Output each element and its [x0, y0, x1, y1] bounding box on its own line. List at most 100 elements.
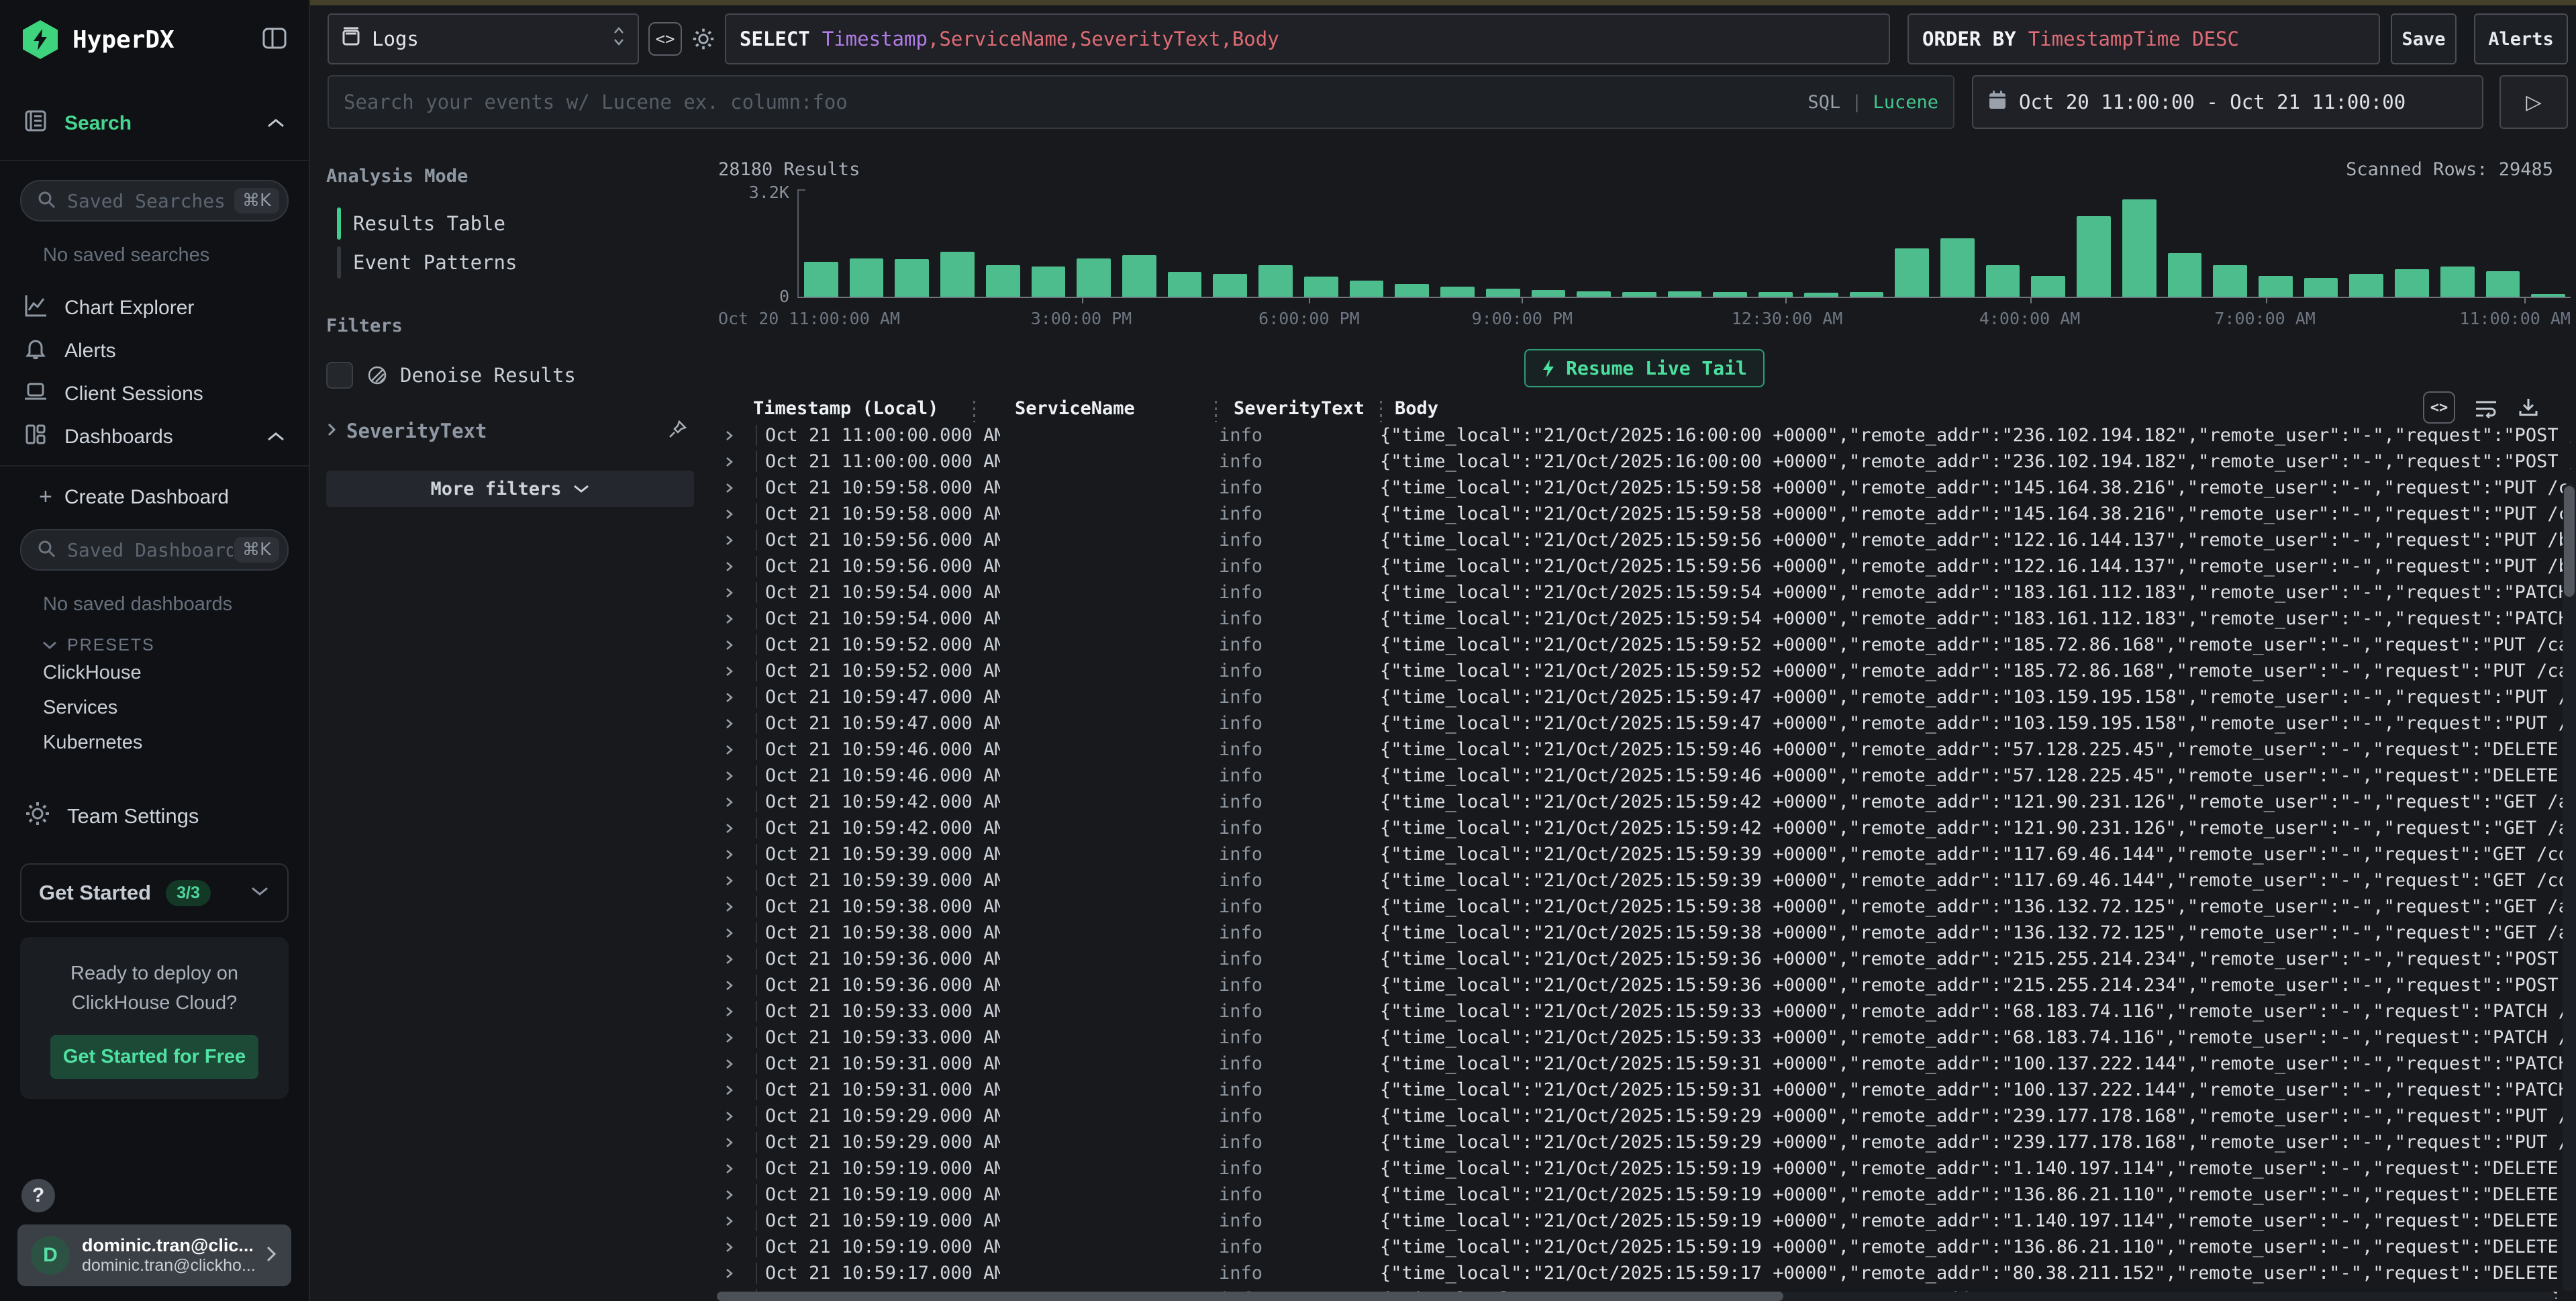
histogram-bar[interactable] [1077, 258, 1111, 297]
table-row[interactable]: Oct 21 10:59:31.000 AMinfo{"time_local":… [718, 1051, 2571, 1077]
histogram-bar[interactable] [1895, 248, 1929, 297]
sidebar-item-search[interactable]: Search [0, 102, 309, 145]
save-button[interactable]: Save [2391, 13, 2457, 64]
row-expand-icon[interactable] [718, 1005, 756, 1018]
histogram-bar[interactable] [1713, 292, 1747, 297]
create-dashboard-button[interactable]: + Create Dashboard [0, 484, 309, 510]
table-row[interactable]: Oct 21 10:59:19.000 AMinfo{"time_local":… [718, 1208, 2571, 1234]
histogram-bar[interactable] [895, 259, 929, 297]
table-row[interactable]: Oct 21 10:59:17.000 AMinfo{"time_local":… [718, 1260, 2571, 1286]
table-row[interactable]: Oct 21 10:59:47.000 AMinfo{"time_local":… [718, 710, 2571, 736]
histogram-bar[interactable] [1032, 267, 1066, 297]
row-expand-icon[interactable] [718, 1188, 756, 1202]
row-expand-icon[interactable] [718, 1057, 756, 1071]
saved-searches-search[interactable]: ⌘K [20, 180, 289, 222]
table-row[interactable]: Oct 21 11:00:00.000 AMinfo{"time_local":… [718, 448, 2571, 475]
horizontal-scrollbar-thumb[interactable] [717, 1292, 1783, 1301]
histogram-bar[interactable] [2259, 276, 2293, 297]
histogram-bar[interactable] [1213, 274, 1247, 297]
row-expand-icon[interactable] [718, 717, 756, 730]
sql-toggle[interactable]: SQL [1807, 92, 1840, 113]
table-row[interactable]: Oct 21 10:59:29.000 AMinfo{"time_local":… [718, 1103, 2571, 1129]
row-expand-icon[interactable] [718, 481, 756, 495]
column-header-servicename[interactable]: ServiceName [988, 398, 1230, 419]
table-row[interactable]: Oct 21 10:59:47.000 AMinfo{"time_local":… [718, 684, 2571, 710]
histogram-bar[interactable] [986, 265, 1020, 297]
horizontal-scrollbar[interactable] [717, 1292, 2556, 1301]
denoise-checkbox[interactable] [326, 362, 353, 389]
histogram-bar[interactable] [1940, 238, 1975, 297]
row-expand-icon[interactable] [718, 1031, 756, 1045]
mode-event-patterns[interactable]: Event Patterns [326, 243, 694, 282]
select-clause-input[interactable]: SELECT Timestamp,ServiceName,SeverityTex… [725, 13, 1890, 64]
table-row[interactable]: Oct 21 10:59:36.000 AMinfo{"time_local":… [718, 946, 2571, 972]
more-filters-button[interactable]: More filters [326, 471, 694, 507]
table-row[interactable]: Oct 21 10:59:58.000 AMinfo{"time_local":… [718, 475, 2571, 501]
sidebar-item-dashboards[interactable]: Dashboards [0, 416, 309, 459]
table-row[interactable]: Oct 21 10:59:56.000 AMinfo{"time_local":… [718, 553, 2571, 579]
event-search[interactable]: SQL | Lucene [328, 75, 1954, 129]
table-row[interactable]: Oct 21 10:59:58.000 AMinfo{"time_local":… [718, 501, 2571, 527]
resume-live-tail-button[interactable]: Resume Live Tail [1524, 349, 1765, 387]
table-row[interactable]: Oct 21 10:59:29.000 AMinfo{"time_local":… [718, 1129, 2571, 1155]
histogram-bar[interactable] [1622, 292, 1656, 297]
presets-toggle[interactable]: PRESETS [0, 636, 309, 655]
row-expand-icon[interactable] [718, 534, 756, 547]
row-expand-icon[interactable] [718, 848, 756, 861]
table-row[interactable]: Oct 21 10:59:42.000 AMinfo{"time_local":… [718, 789, 2571, 815]
denoise-results-toggle[interactable]: Denoise Results [326, 362, 694, 389]
histogram-bar[interactable] [2486, 271, 2520, 297]
row-expand-icon[interactable] [718, 1241, 756, 1254]
table-row[interactable]: Oct 21 10:59:42.000 AMinfo{"time_local":… [718, 815, 2571, 841]
histogram-bar[interactable] [2349, 274, 2383, 297]
download-icon[interactable] [2517, 396, 2540, 419]
table-row[interactable]: Oct 21 10:59:38.000 AMinfo{"time_local":… [718, 894, 2571, 920]
row-expand-icon[interactable] [718, 979, 756, 992]
saved-dashboards-search[interactable]: ⌘K [20, 529, 289, 571]
histogram-bar[interactable] [2031, 276, 2065, 297]
table-row[interactable]: Oct 21 10:59:31.000 AMinfo{"time_local":… [718, 1077, 2571, 1103]
run-query-button[interactable]: ▷ [2499, 75, 2568, 129]
sidebar-item-chart-explorer[interactable]: Chart Explorer [0, 287, 309, 330]
row-expand-icon[interactable] [718, 796, 756, 809]
row-expand-icon[interactable] [718, 926, 756, 940]
gear-icon[interactable] [691, 27, 715, 51]
row-expand-icon[interactable] [718, 769, 756, 783]
row-expand-icon[interactable] [718, 1136, 756, 1149]
histogram-bar[interactable] [1122, 255, 1156, 297]
sidebar-item-client-sessions[interactable]: Client Sessions [0, 373, 309, 416]
histogram-bar[interactable] [1440, 287, 1475, 297]
date-range-picker[interactable]: Oct 20 11:00:00 - Oct 21 11:00:00 [1972, 75, 2483, 129]
get-started-panel[interactable]: Get Started 3/3 [20, 863, 289, 922]
histogram-bar[interactable] [2168, 253, 2202, 297]
user-menu[interactable]: D dominic.tran@clic... dominic.tran@clic… [17, 1224, 291, 1286]
histogram-bar[interactable] [1168, 272, 1202, 297]
row-expand-icon[interactable] [718, 1267, 756, 1280]
histogram-bar[interactable] [2122, 199, 2157, 297]
histogram-bar[interactable] [1804, 293, 1838, 297]
wrap-lines-icon[interactable] [2474, 397, 2498, 418]
sidebar-item-team-settings[interactable]: Team Settings [0, 800, 309, 832]
table-row[interactable]: Oct 21 10:59:39.000 AMinfo{"time_local":… [718, 867, 2571, 894]
row-expand-icon[interactable] [718, 560, 756, 573]
mode-results-table[interactable]: Results Table [326, 204, 694, 243]
row-expand-icon[interactable] [718, 953, 756, 966]
table-row[interactable]: Oct 21 10:59:54.000 AMinfo{"time_local":… [718, 606, 2571, 632]
table-row[interactable]: Oct 21 10:59:52.000 AMinfo{"time_local":… [718, 658, 2571, 684]
histogram-bar[interactable] [1532, 290, 1566, 297]
histogram-bar[interactable] [1258, 265, 1293, 297]
vertical-scrollbar-thumb[interactable] [2564, 486, 2575, 597]
row-expand-icon[interactable] [718, 743, 756, 757]
table-row[interactable]: Oct 21 10:59:46.000 AMinfo{"time_local":… [718, 763, 2571, 789]
histogram-bar[interactable] [940, 252, 975, 297]
pin-icon[interactable] [667, 420, 687, 442]
histogram-bar[interactable] [2304, 278, 2338, 297]
table-row[interactable]: Oct 21 10:59:56.000 AMinfo{"time_local":… [718, 527, 2571, 553]
sidebar-item-alerts[interactable]: Alerts [0, 330, 309, 373]
vertical-scrollbar[interactable] [2563, 483, 2576, 1292]
chevron-up-icon[interactable] [266, 112, 286, 135]
source-select[interactable]: Logs [328, 13, 639, 64]
histogram-bar[interactable] [2213, 265, 2247, 297]
help-button[interactable]: ? [21, 1179, 55, 1212]
histogram-bar[interactable] [1350, 281, 1384, 297]
